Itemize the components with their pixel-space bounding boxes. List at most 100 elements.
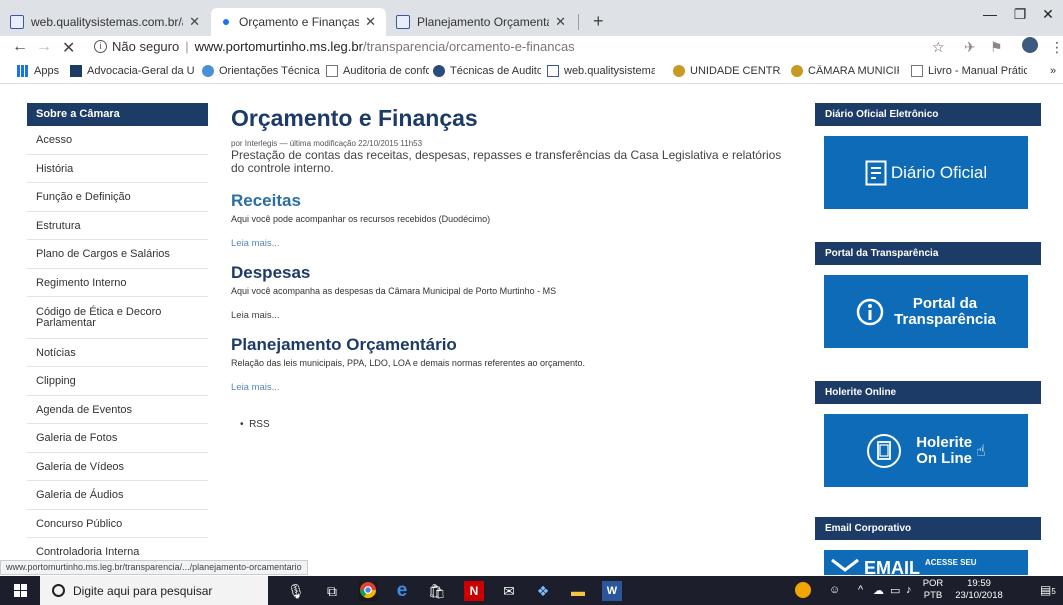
sidebar-nav: Sobre a Câmara Acesso História Função e … <box>27 103 208 567</box>
info-icon[interactable]: i <box>94 40 107 53</box>
edge-icon[interactable]: e <box>392 581 412 601</box>
sidebar-item-funcao[interactable]: Função e Definição <box>27 183 208 212</box>
rss-link[interactable]: • RSS <box>240 419 791 430</box>
rss-label: RSS <box>249 419 270 430</box>
chrome-icon[interactable] <box>358 581 378 601</box>
email-banner[interactable]: EMAIL ACESSE SEU <box>824 550 1028 575</box>
close-icon[interactable]: ✕ <box>365 14 376 30</box>
sidebar-item-acesso[interactable]: Acesso <box>27 126 208 155</box>
bookmark-apps[interactable]: Apps <box>17 65 67 77</box>
bookmarks-overflow[interactable]: » <box>1050 65 1056 77</box>
people-icon[interactable]: ☺ <box>829 584 840 596</box>
volume-icon[interactable]: ♪ <box>906 584 912 596</box>
folder-icon[interactable]: ▬ <box>568 581 588 601</box>
clock[interactable]: 19:59 23/10/2018 <box>953 578 1005 602</box>
sidebar-item-noticias[interactable]: Notícias <box>27 339 208 367</box>
bookmark-camara[interactable]: CÂMARA MUNICIPAL <box>791 65 899 77</box>
help-icon[interactable] <box>795 582 811 598</box>
window-close-icon[interactable]: ✕ <box>1033 6 1063 23</box>
extension-icon-2[interactable]: ⚑ <box>990 39 1003 56</box>
web-page: Sobre a Câmara Acesso História Função e … <box>0 85 1063 575</box>
sidebar-item-regimento[interactable]: Regimento Interno <box>27 269 208 297</box>
battery-icon[interactable]: ▭ <box>890 584 900 597</box>
bookmark-auditoria[interactable]: Auditoria de conform <box>326 65 429 77</box>
sidebar-item-concurso[interactable]: Concurso Público <box>27 510 208 538</box>
new-tab-button[interactable]: + <box>593 11 604 32</box>
menu-icon[interactable]: ⋮ <box>1050 39 1063 56</box>
extension-icon[interactable]: ✈ <box>964 39 976 56</box>
diario-oficial-banner[interactable]: Diário Oficial <box>824 136 1028 209</box>
tab-orcamento[interactable]: Orçamento e Finanças — Câmara ✕ <box>211 8 386 36</box>
taskbar-search[interactable]: Digite aqui para pesquisar <box>40 576 268 605</box>
profile-avatar[interactable] <box>1022 37 1038 53</box>
page-title: Orçamento e Finanças <box>231 105 478 131</box>
close-icon[interactable]: ✕ <box>189 14 200 30</box>
sidebar-item-fotos[interactable]: Galeria de Fotos <box>27 424 208 453</box>
cloud-icon[interactable]: ☁ <box>873 584 884 597</box>
close-icon[interactable]: ✕ <box>555 14 566 30</box>
sidebar-item-codigo-etica[interactable]: Código de Ética e Decoro Parlamentar <box>27 297 208 339</box>
language-indicator[interactable]: POR PTB <box>920 578 946 602</box>
section-title-receitas[interactable]: Receitas <box>231 191 791 211</box>
tab-divider <box>578 14 579 30</box>
holerite-banner[interactable]: Holerite On Line ☝ <box>824 414 1028 487</box>
task-view-icon[interactable]: ⧉ <box>322 581 342 601</box>
bookmark-orientacoes[interactable]: Orientações Técnicas <box>202 65 320 77</box>
portal-transparencia-banner[interactable]: Portal da Transparência <box>824 275 1028 348</box>
bookmark-livro[interactable]: Livro - Manual Prátic <box>911 65 1027 77</box>
forward-icon[interactable]: → <box>36 38 52 56</box>
read-more-link[interactable]: Leia mais... <box>231 238 791 249</box>
banner-line1: Portal da <box>912 294 978 312</box>
restore-icon[interactable]: ❐ <box>1005 6 1035 23</box>
word-icon[interactable]: W <box>602 581 622 601</box>
read-more-link[interactable]: Leia mais... <box>231 310 791 321</box>
browser-tab-bar: web.qualitysistemas.com.br/adm ✕ Orçamen… <box>0 0 1063 36</box>
tab-title: web.qualitysistemas.com.br/adm <box>31 15 183 29</box>
bookmark-unidade[interactable]: UNIDADE CENTRAL C <box>673 65 781 77</box>
back-icon[interactable]: ← <box>12 38 28 56</box>
netflix-icon[interactable]: N <box>464 581 484 601</box>
microphone-icon[interactable]: 🎙 <box>286 581 306 601</box>
section-text: Aqui você acompanha as despesas da Câmar… <box>231 286 557 296</box>
stop-icon[interactable]: ✕ <box>62 38 75 58</box>
sidebar-item-clipping[interactable]: Clipping <box>27 367 208 396</box>
page-description: Prestação de contas das receitas, despes… <box>231 148 782 175</box>
sidebar-item-videos[interactable]: Galeria de Vídeos <box>27 453 208 481</box>
sidebar-item-historia[interactable]: História <box>27 155 208 183</box>
clock-time: 19:59 <box>967 578 991 589</box>
bookmark-quality[interactable]: web.qualitysistemas. <box>547 65 655 77</box>
tab-planejamento[interactable]: Planejamento Orçamentário ✕ <box>386 8 576 36</box>
loading-icon <box>223 19 229 25</box>
section-title-despesas[interactable]: Despesas <box>231 263 791 283</box>
doc-icon <box>547 65 559 77</box>
banner-line2: On Line <box>916 449 973 467</box>
section-title-planejamento[interactable]: Planejamento Orçamentário <box>231 335 791 355</box>
bookmark-label: Orientações Técnicas <box>219 65 320 77</box>
bookmark-label: Apps <box>34 65 60 77</box>
dropbox-icon[interactable]: ❖ <box>533 581 553 601</box>
sidebar-item-audios[interactable]: Galeria de Áudios <box>27 481 208 510</box>
sidebar-item-agenda[interactable]: Agenda de Eventos <box>27 396 208 424</box>
address-bar[interactable]: i Não seguro | www.portomurtinho.ms.leg.… <box>94 39 575 54</box>
store-icon[interactable]: 🛍 <box>427 581 447 601</box>
windows-start-icon[interactable] <box>14 584 28 598</box>
sidebar-item-plano-cargos[interactable]: Plano de Cargos e Salários <box>27 240 208 269</box>
read-more-link[interactable]: Leia mais... <box>231 382 791 393</box>
bookmark-label: Técnicas de Auditoria <box>450 65 541 77</box>
sidebar-item-estrutura[interactable]: Estrutura <box>27 212 208 240</box>
banner-text: Holerite On Line <box>916 434 973 467</box>
lang-primary: POR <box>922 578 944 589</box>
section-text: Aqui você pode acompanhar os recursos re… <box>231 214 491 224</box>
tab-quality[interactable]: web.qualitysistemas.com.br/adm ✕ <box>0 8 210 36</box>
show-hidden-icon[interactable]: ^ <box>858 584 863 596</box>
star-icon[interactable]: ☆ <box>932 39 945 56</box>
minimize-icon[interactable]: — <box>975 6 1005 22</box>
doc-icon <box>10 15 24 29</box>
banner-text: Portal da Transparência <box>894 294 996 328</box>
bookmark-agu[interactable]: Advocacia-Geral da U <box>70 65 198 77</box>
url-path: /transparencia/orcamento-e-financas <box>362 39 575 54</box>
agu-icon <box>70 65 82 77</box>
notification-icon[interactable]: ▤5 <box>1040 583 1056 597</box>
bookmark-tecnicas[interactable]: Técnicas de Auditoria <box>433 65 541 77</box>
mail-icon[interactable]: ✉ <box>499 581 519 601</box>
